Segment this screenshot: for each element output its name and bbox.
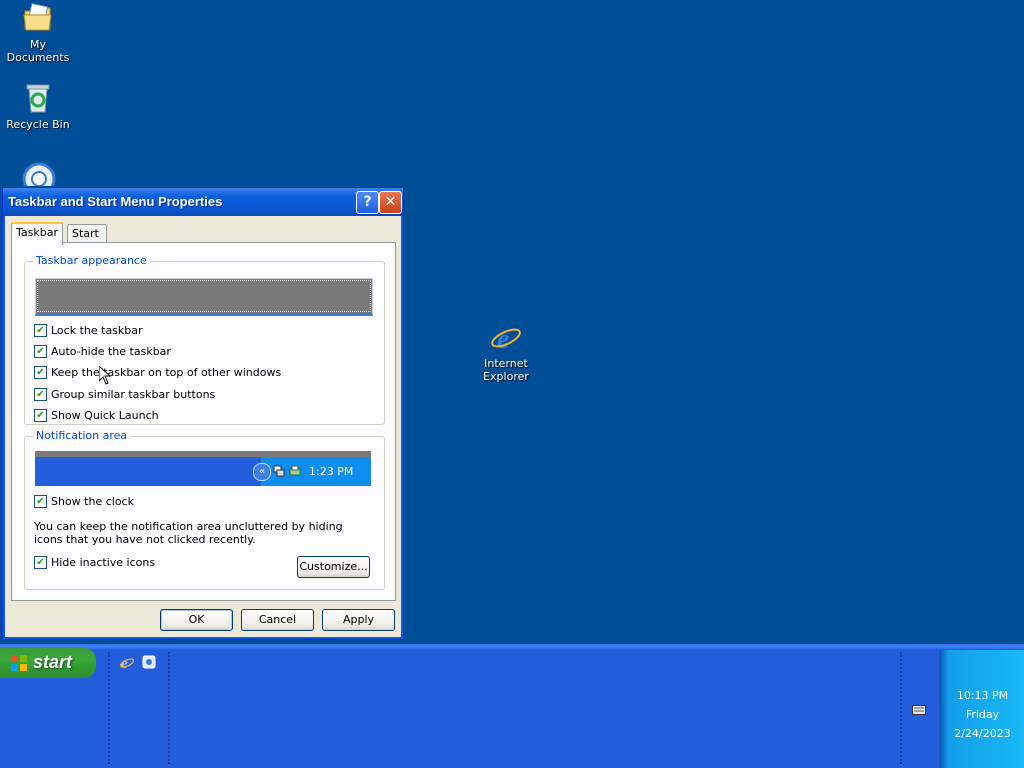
apply-button[interactable]: Apply — [322, 609, 395, 631]
clock-day: Friday — [965, 708, 1000, 721]
tray-preview: « 1:23 PM — [253, 457, 371, 486]
clock-date: 2/24/2023 — [954, 727, 1011, 740]
keyboard-icon[interactable] — [912, 705, 926, 715]
cancel-button[interactable]: Cancel — [241, 609, 314, 631]
chevron-left-icon: « — [253, 463, 271, 481]
auto-hide-option[interactable]: ✔ Auto-hide the taskbar — [34, 344, 171, 359]
globe-icon — [22, 162, 56, 186]
lock-taskbar-checkbox[interactable]: ✔ — [34, 323, 47, 337]
option-label: Lock the taskbar — [51, 324, 143, 337]
keep-on-top-checkbox[interactable]: ✔ — [34, 365, 47, 379]
notification-notice-text: You can keep the notification area unclu… — [34, 520, 343, 546]
mouse-cursor-icon — [99, 366, 111, 385]
help-button[interactable]: ? — [356, 191, 379, 214]
group-legend: Notification area — [33, 429, 131, 442]
customize-button[interactable]: Customize... — [297, 556, 370, 578]
option-label: Group similar taskbar buttons — [51, 388, 216, 401]
taskbar-appearance-group: Taskbar appearance ✔ Lock the taskbar ✔ Au… — [24, 254, 385, 425]
printer-icon — [289, 465, 301, 476]
taskbar-separator — [108, 652, 110, 764]
ok-button[interactable]: OK — [160, 609, 233, 631]
folder-icon — [22, 2, 54, 34]
windows-logo-icon — [11, 655, 27, 671]
desktop-icon-label: Internet Explorer — [483, 357, 529, 383]
dialog-titlebar[interactable]: Taskbar and Start Menu Properties ? ✕ — [3, 188, 403, 216]
group-legend: Taskbar appearance — [33, 254, 150, 267]
notification-area-group: Notification area « 1:23 PM ✔ Show the cl… — [24, 429, 385, 590]
taskbar-separator — [168, 652, 170, 764]
quick-launch-option[interactable]: ✔ Show Quick Launch — [34, 408, 159, 423]
desktop-icon-recycle-bin[interactable]: Recycle Bin — [0, 82, 76, 131]
desktop-icon-label: My Documents — [6, 38, 70, 64]
show-clock-checkbox[interactable]: ✔ — [34, 494, 47, 508]
group-buttons-option[interactable]: ✔ Group similar taskbar buttons — [34, 387, 216, 402]
taskbar: start e 10:13 PM Friday 2/24/2023 — [0, 644, 1024, 768]
auto-hide-checkbox[interactable]: ✔ — [34, 344, 47, 358]
quick-launch-checkbox[interactable]: ✔ — [34, 408, 47, 422]
tab-start-menu[interactable]: Start Menu — [67, 224, 108, 258]
group-buttons-checkbox[interactable]: ✔ — [34, 387, 47, 401]
tray-preview-time: 1:23 PM — [309, 465, 354, 478]
taskbar-separator — [900, 652, 902, 764]
close-button[interactable]: ✕ — [379, 191, 402, 214]
quick-launch-show-desktop-icon[interactable] — [141, 654, 157, 670]
show-clock-option[interactable]: ✔ Show the clock — [34, 494, 134, 509]
lock-taskbar-option[interactable]: ✔ Lock the taskbar — [34, 323, 143, 338]
quick-launch-ie-icon[interactable]: e — [119, 654, 135, 670]
desktop-icon-my-documents[interactable]: My Documents — [0, 2, 76, 64]
taskbar-properties-dialog: Taskbar and Start Menu Properties ? ✕ Ta… — [2, 187, 404, 640]
dialog-title: Taskbar and Start Menu Properties — [8, 194, 223, 209]
partial-desktop-icon[interactable] — [22, 162, 56, 186]
start-label: start — [33, 652, 73, 672]
option-label: Hide inactive icons — [51, 556, 156, 569]
recycle-bin-icon — [22, 82, 54, 114]
system-tray-clock[interactable]: 10:13 PM Friday 2/24/2023 — [939, 650, 1024, 768]
internet-explorer-icon: e — [490, 321, 522, 355]
hide-inactive-option[interactable]: ✔ Hide inactive icons — [34, 555, 156, 570]
taskbar-appearance-preview — [35, 278, 373, 316]
tab-page-taskbar: Taskbar appearance ✔ Lock the taskbar ✔ Au… — [11, 242, 396, 601]
start-button[interactable]: start — [0, 648, 96, 678]
option-label: Keep the taskbar on top of other windows — [51, 366, 282, 379]
option-label: Show the clock — [51, 495, 134, 508]
desktop-icon-label: Recycle Bin — [6, 118, 70, 131]
option-label: Auto-hide the taskbar — [51, 345, 171, 358]
option-label: Show Quick Launch — [51, 409, 159, 422]
clock-time: 10:13 PM — [956, 689, 1009, 702]
notification-area-preview: « 1:23 PM — [35, 451, 371, 486]
network-icon — [273, 465, 285, 477]
desktop-icon-internet-explorer[interactable]: e Internet Explorer — [468, 321, 544, 383]
hide-inactive-checkbox[interactable]: ✔ — [34, 555, 47, 569]
tab-taskbar[interactable]: Taskbar — [11, 222, 63, 245]
svg-text:e: e — [497, 324, 509, 353]
keep-on-top-option[interactable]: ✔ Keep the taskbar on top of other window… — [34, 365, 282, 380]
